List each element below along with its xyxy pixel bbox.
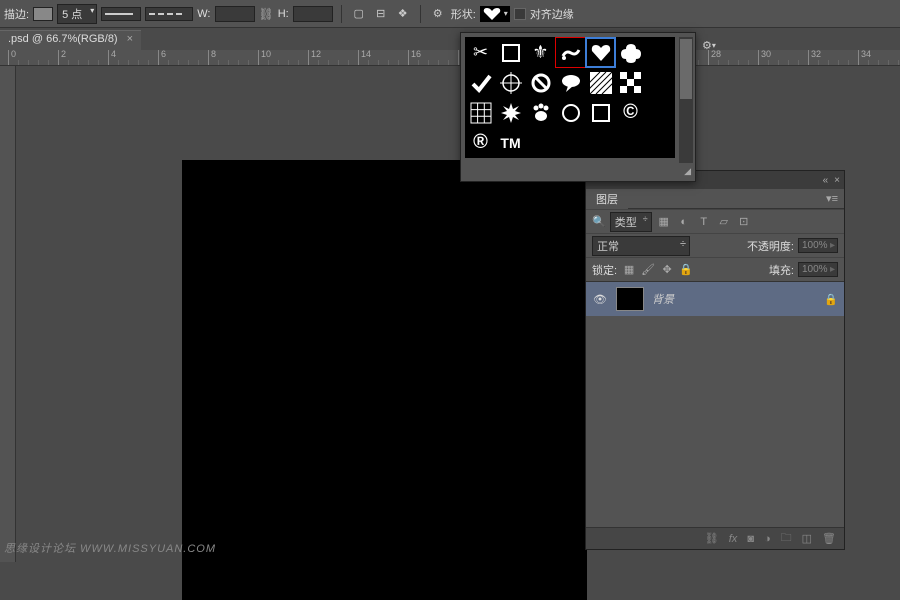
visibility-icon[interactable]: 👁: [592, 293, 608, 306]
layers-bottom-toolbar: ⛓ fx ◙ ◑ 🗀 ◫ 🗑: [586, 527, 844, 549]
divider: [341, 5, 342, 23]
layers-panel: « × 图层 ▾≡ 🔍 类型 ▦ ◐ T ▱ ⊡ 正常 不透明度: 100% 锁…: [585, 170, 845, 550]
shape-picker-gear-icon[interactable]: ⚙▾: [700, 36, 718, 54]
filter-shape-icon[interactable]: ▱: [716, 214, 732, 230]
mask-icon[interactable]: ◙: [747, 533, 754, 545]
shape-check[interactable]: [466, 68, 495, 97]
width-input[interactable]: [215, 6, 255, 22]
stroke-color-swatch[interactable]: [33, 7, 53, 21]
fill-input[interactable]: 100%: [798, 262, 838, 277]
layer-thumbnail[interactable]: [616, 287, 644, 311]
ruler-vertical: [0, 66, 16, 562]
stroke-style[interactable]: [101, 7, 141, 21]
stroke-size-dropdown[interactable]: 5 点: [57, 4, 97, 24]
filter-type-dropdown[interactable]: 类型: [610, 212, 652, 232]
lock-icons: ▦ 🖌 ✥ 🔒: [621, 262, 694, 278]
watermark: 思缘设计论坛 WWW.MISSYUAN.COM: [4, 540, 216, 556]
h-label: H:: [278, 8, 289, 20]
delete-icon[interactable]: 🗑: [822, 532, 836, 545]
shape-label: 形状:: [451, 6, 476, 22]
lock-icon[interactable]: 🔒: [824, 293, 838, 306]
opacity-label: 不透明度:: [747, 238, 794, 254]
shape-picker-popup: ✂ ⚜ © ® TM ◢: [460, 32, 696, 182]
link-icon[interactable]: ⛓: [259, 7, 274, 21]
lock-label: 锁定:: [592, 262, 617, 278]
lock-trans-icon[interactable]: ▦: [621, 262, 637, 278]
adjustment-icon[interactable]: ◑: [764, 533, 771, 545]
shape-tilde[interactable]: [556, 38, 585, 67]
filter-smart-icon[interactable]: ⊡: [736, 214, 752, 230]
canvas[interactable]: [182, 160, 587, 600]
divider: [420, 5, 421, 23]
shape-tm[interactable]: TM: [496, 128, 525, 157]
stroke-label: 描边:: [4, 6, 29, 22]
shape-hatch[interactable]: [586, 68, 615, 97]
blend-row: 正常 不透明度: 100%: [586, 233, 844, 257]
layer-item[interactable]: 👁 背景 🔒: [586, 282, 844, 316]
align-edges-checkbox[interactable]: [514, 8, 526, 20]
lock-pos-icon[interactable]: ✥: [659, 262, 675, 278]
shape-grid-icon[interactable]: [466, 98, 495, 127]
shape-circle[interactable]: [556, 98, 585, 127]
layer-list: 👁 背景 🔒: [586, 281, 844, 316]
search-icon[interactable]: 🔍: [592, 215, 606, 228]
document-tabs: .psd @ 66.7%(RGB/8) ×: [0, 28, 900, 50]
blend-mode-dropdown[interactable]: 正常: [592, 236, 690, 256]
group-icon[interactable]: 🗀: [781, 529, 792, 548]
shape-resize-icon[interactable]: ◢: [684, 166, 691, 177]
opacity-input[interactable]: 100%: [798, 238, 838, 253]
link-layers-icon[interactable]: ⛓: [705, 532, 719, 545]
shape-grid: ✂ ⚜ © ® TM: [465, 37, 675, 158]
w-label: W:: [197, 8, 210, 20]
shape-paw[interactable]: [526, 98, 555, 127]
shape-heart[interactable]: [586, 38, 615, 67]
align-icon[interactable]: ⊟: [372, 5, 390, 23]
shape-registered[interactable]: ®: [466, 128, 495, 157]
filter-pixel-icon[interactable]: ▦: [656, 214, 672, 230]
panel-collapse-icon[interactable]: «: [823, 175, 829, 186]
filter-adjust-icon[interactable]: ◐: [676, 214, 692, 230]
path-ops-icon[interactable]: ▢: [350, 5, 368, 23]
layer-name: 背景: [652, 291, 674, 307]
shape-scroll-thumb[interactable]: [680, 39, 692, 99]
fill-label: 填充:: [769, 262, 794, 278]
fx-icon[interactable]: fx: [729, 533, 738, 545]
shape-noentry[interactable]: [526, 68, 555, 97]
shape-blob[interactable]: [616, 38, 645, 67]
shape-target[interactable]: [496, 68, 525, 97]
new-layer-icon[interactable]: ◫: [802, 532, 812, 545]
shape-square[interactable]: [496, 38, 525, 67]
stroke-dash-style[interactable]: [145, 7, 193, 21]
shape-fleur[interactable]: ⚜: [526, 38, 555, 67]
height-input[interactable]: [293, 6, 333, 22]
doc-tab-name: .psd @ 66.7%(RGB/8): [8, 33, 118, 45]
shape-preview[interactable]: ▾: [480, 6, 510, 22]
shape-square2[interactable]: [586, 98, 615, 127]
lock-all-icon[interactable]: 🔒: [678, 262, 694, 278]
shape-burst[interactable]: [496, 98, 525, 127]
arrange-icon[interactable]: ❖: [394, 5, 412, 23]
close-icon[interactable]: ×: [127, 33, 133, 45]
layers-tab[interactable]: 图层: [586, 189, 628, 209]
shape-copyright[interactable]: ©: [616, 98, 645, 127]
shape-scissors[interactable]: ✂: [466, 38, 495, 67]
shape-speech[interactable]: [556, 68, 585, 97]
shape-checker[interactable]: [616, 68, 645, 97]
options-toolbar: 描边: 5 点 W: ⛓ H: ▢ ⊟ ❖ ⚙ 形状: ▾ 对齐边缘: [0, 0, 900, 28]
panel-menu-icon[interactable]: ▾≡: [826, 192, 838, 205]
ruler-horizontal: 0246810121416182022242628303234: [0, 50, 900, 66]
panel-close-icon[interactable]: ×: [834, 175, 840, 186]
align-edges-label: 对齐边缘: [530, 6, 574, 22]
lock-row: 锁定: ▦ 🖌 ✥ 🔒 填充: 100%: [586, 257, 844, 281]
gear-icon[interactable]: ⚙: [429, 5, 447, 23]
filter-type-icon[interactable]: T: [696, 214, 712, 230]
document-tab[interactable]: .psd @ 66.7%(RGB/8) ×: [0, 30, 141, 50]
lock-pixel-icon[interactable]: 🖌: [640, 262, 656, 278]
filter-row: 🔍 类型 ▦ ◐ T ▱ ⊡: [586, 209, 844, 233]
shape-scrollbar[interactable]: [679, 37, 693, 163]
